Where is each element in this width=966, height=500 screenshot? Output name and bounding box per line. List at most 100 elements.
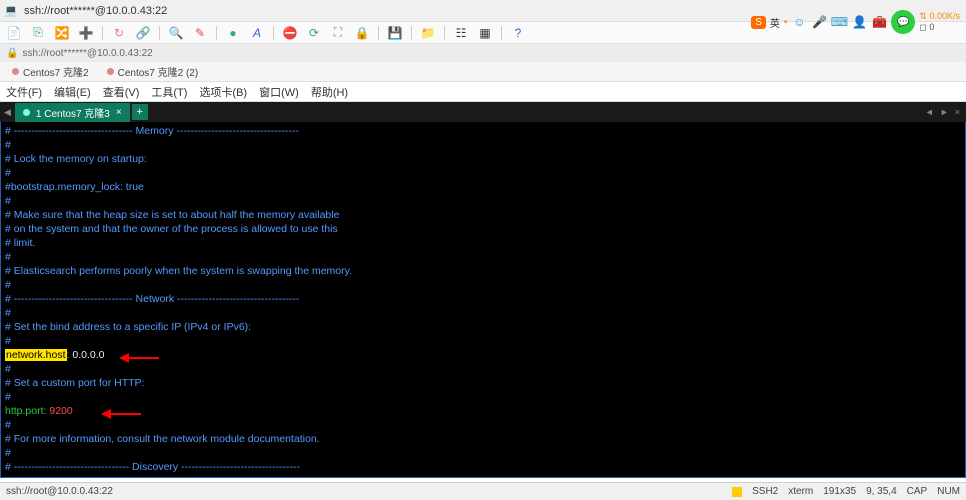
menu-edit[interactable]: 编辑(E)	[54, 84, 91, 100]
term-line: #	[5, 418, 961, 432]
separator	[216, 26, 217, 40]
term-line: # Elasticsearch performs poorly when the…	[5, 264, 961, 278]
term-line: #	[5, 194, 961, 208]
status-bar: ssh://root@10.0.0.43:22 SSH2 xterm 191x3…	[0, 482, 966, 500]
separator	[273, 26, 274, 40]
separator	[159, 26, 160, 40]
menu-file[interactable]: 文件(F)	[6, 84, 42, 100]
term-line: #	[5, 306, 961, 320]
term-line: #	[5, 278, 961, 292]
session-tab-bar: ◀ 1 Centos7 克隆3 × + ◄ ► ×	[0, 102, 966, 122]
tab-label: Centos7 克隆2	[23, 64, 89, 79]
status-num: NUM	[937, 486, 960, 497]
app-icon: 💻	[4, 4, 18, 18]
address-bar: 🔒 ssh://root******@10.0.0.43:22	[0, 44, 966, 62]
session-tab-active[interactable]: 1 Centos7 克隆3 ×	[15, 103, 130, 122]
term-line: # on the system and that the owner of th…	[5, 222, 961, 236]
person-icon[interactable]: 👤	[851, 14, 867, 30]
tab-prev-icon[interactable]: ◀	[0, 107, 15, 118]
session-nav: ◄ ► ×	[919, 107, 966, 117]
status-indicator-icon	[732, 487, 742, 497]
refresh-icon[interactable]: ⟳	[304, 24, 324, 42]
ime-lang[interactable]: 英	[770, 15, 780, 30]
term-line: # Set the bind address to a specific IP …	[5, 320, 961, 334]
status-dot-icon	[107, 68, 114, 75]
floating-toolbar: S 英 • ☺ 🎤 ⌨ 👤 🧰 💬 ⇅ 0.00K/s ◻ 0	[745, 0, 966, 44]
status-connection: ssh://root@10.0.0.43:22	[6, 486, 113, 497]
address-text: ssh://root******@10.0.0.43:22	[22, 48, 152, 59]
menu-window[interactable]: 窗口(W)	[259, 84, 299, 100]
menu-view[interactable]: 查看(V)	[103, 84, 140, 100]
term-line: # For more information, consult the netw…	[5, 432, 961, 446]
keyboard-icon[interactable]: ⌨	[831, 14, 847, 30]
tab-label: Centos7 克隆2 (2)	[118, 64, 199, 79]
term-line: # --------------------------------- Disc…	[5, 460, 961, 474]
term-line: #	[5, 446, 961, 460]
new-icon[interactable]: 📄	[4, 24, 24, 42]
block-icon[interactable]: ⛔	[280, 24, 300, 42]
menu-tab[interactable]: 选项卡(B)	[199, 84, 247, 100]
separator	[411, 26, 412, 40]
lock-icon[interactable]: 🔒	[352, 24, 372, 42]
status-caps: CAP	[907, 486, 928, 497]
marker-icon[interactable]: ✎	[190, 24, 210, 42]
term-line: #	[5, 138, 961, 152]
config-key-highlight: network.host	[5, 349, 67, 361]
reload-icon[interactable]: ↻	[109, 24, 129, 42]
link-icon[interactable]: 🔗	[133, 24, 153, 42]
terminal[interactable]: # ---------------------------------- Mem…	[0, 122, 966, 478]
term-line: #	[5, 250, 961, 264]
menu-help[interactable]: 帮助(H)	[311, 84, 348, 100]
dot-icon[interactable]: •	[784, 17, 788, 28]
tree-icon[interactable]: 🔀	[52, 24, 72, 42]
new-session-button[interactable]: +	[132, 104, 148, 120]
status-ssh: SSH2	[752, 486, 778, 497]
term-line: # Set a custom port for HTTP:	[5, 376, 961, 390]
term-line: http.port: 9200	[5, 404, 961, 418]
nav-right-icon[interactable]: ►	[940, 107, 949, 117]
term-line: #	[5, 474, 961, 478]
lock-icon: 🔒	[6, 48, 18, 59]
copy-icon[interactable]: ⎘	[28, 24, 48, 42]
term-line: # ---------------------------------- Mem…	[5, 124, 961, 138]
menu-bar: 文件(F) 编辑(E) 查看(V) 工具(T) 选项卡(B) 窗口(W) 帮助(…	[0, 82, 966, 102]
term-line: # ---------------------------------- Net…	[5, 292, 961, 306]
term-line: # Make sure that the heap size is set to…	[5, 208, 961, 222]
grid-icon[interactable]: ▦	[475, 24, 495, 42]
list-icon[interactable]: ☷	[451, 24, 471, 42]
toolbox-icon[interactable]: 🧰	[871, 14, 887, 30]
status-pos: 9, 35,4	[866, 486, 897, 497]
separator	[501, 26, 502, 40]
close-all-icon[interactable]: ×	[955, 107, 960, 117]
config-value: 0.0.0.0	[69, 349, 104, 361]
file-tabs: Centos7 克隆2 Centos7 克隆2 (2)	[0, 62, 966, 82]
mic-icon[interactable]: 🎤	[811, 14, 827, 30]
session-dot-icon	[23, 109, 30, 116]
plus-icon[interactable]: ➕	[76, 24, 96, 42]
close-tab-icon[interactable]: ×	[116, 107, 122, 118]
chat-bubble-icon[interactable]: 💬	[891, 10, 915, 34]
folder-icon[interactable]: 📁	[418, 24, 438, 42]
search-icon[interactable]: 🔍	[166, 24, 186, 42]
nav-left-icon[interactable]: ◄	[925, 107, 934, 117]
net-badge: 0	[929, 22, 934, 32]
status-size: 191x35	[823, 486, 856, 497]
window-title: ssh://root******@10.0.0.43:22	[24, 5, 167, 17]
file-tab[interactable]: Centos7 克隆2 (2)	[99, 62, 207, 81]
separator	[378, 26, 379, 40]
menu-tool[interactable]: 工具(T)	[151, 84, 187, 100]
save-icon[interactable]: 💾	[385, 24, 405, 42]
config-value: 9200	[49, 405, 72, 417]
term-line: #bootstrap.memory_lock: true	[5, 180, 961, 194]
font-icon[interactable]: A	[247, 24, 267, 42]
help-icon[interactable]: ?	[508, 24, 528, 42]
file-tab[interactable]: Centos7 克隆2	[4, 62, 97, 81]
ime-icon[interactable]: S	[751, 16, 766, 29]
status-term: xterm	[788, 486, 813, 497]
config-key: http.port	[5, 405, 44, 417]
emoji-icon[interactable]: ☺	[791, 14, 807, 30]
globe-icon[interactable]: ●	[223, 24, 243, 42]
net-speed: 0.00K/s	[929, 11, 960, 21]
expand-icon[interactable]: ⛶	[328, 24, 348, 42]
term-line: #	[5, 390, 961, 404]
